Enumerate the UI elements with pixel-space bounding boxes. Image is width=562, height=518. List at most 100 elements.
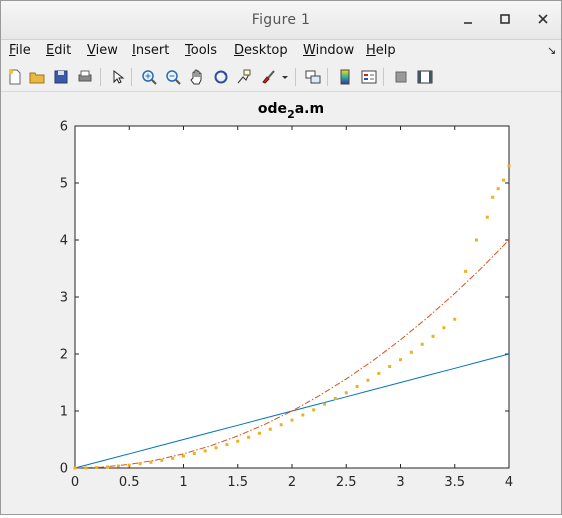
series-3-point xyxy=(312,408,316,412)
y-tick-label: 3 xyxy=(60,291,68,306)
figure-canvas: ode2a.m 0 0.5 1 1.5 2 2.5 3 3.5 4 0 1 2 3 4 5 6 xyxy=(1,92,561,514)
legend-icon[interactable] xyxy=(359,67,379,87)
series-3-point xyxy=(203,449,207,453)
toolbar-separator xyxy=(100,68,101,86)
series-3-point xyxy=(323,402,327,406)
series-3-point xyxy=(301,413,305,417)
series-3-point xyxy=(138,462,142,466)
x-tick-label: 0 xyxy=(71,475,79,490)
series-3-point xyxy=(149,460,153,464)
menu-view[interactable]: View xyxy=(87,43,118,58)
series-3-point xyxy=(502,178,506,182)
chart-title: ode2a.m xyxy=(258,101,324,121)
show-plot-tools-icon[interactable] xyxy=(415,67,435,87)
series-3-point xyxy=(95,466,99,470)
menu-file[interactable]: File xyxy=(9,43,31,58)
series-3-point xyxy=(247,435,251,439)
minimize-icon[interactable] xyxy=(459,10,477,28)
hide-plot-tools-icon[interactable] xyxy=(391,67,411,87)
y-tick-label: 6 xyxy=(60,120,68,135)
menu-tools[interactable]: Tools xyxy=(185,43,217,58)
series-3-point xyxy=(388,365,392,369)
x-tick-label: 4 xyxy=(505,475,513,490)
x-tick-label: 3.5 xyxy=(444,475,465,490)
series-3-point xyxy=(333,396,337,400)
series-3-point xyxy=(192,451,196,455)
new-figure-icon[interactable] xyxy=(5,67,25,87)
series-3-point xyxy=(464,269,468,273)
series-3-point xyxy=(420,342,424,346)
series-3-point xyxy=(236,439,240,443)
title-bar: Figure 1 xyxy=(1,1,561,40)
series-3-point xyxy=(474,238,478,242)
menu-desktop[interactable]: Desktop xyxy=(234,43,288,58)
figure-toolbar xyxy=(1,63,561,92)
series-3-point xyxy=(257,431,261,435)
maximize-icon[interactable] xyxy=(496,10,514,28)
y-tick-label: 1 xyxy=(60,405,68,420)
toolbar-separator xyxy=(327,68,328,86)
menu-insert[interactable]: Insert xyxy=(132,43,169,58)
series-3-point xyxy=(355,384,359,388)
series-3-point xyxy=(73,466,77,470)
dock-arrow-icon[interactable]: ↘ xyxy=(547,44,556,57)
x-tick-label: 2.5 xyxy=(336,475,357,490)
series-3-point xyxy=(344,391,348,395)
zoom-out-icon[interactable] xyxy=(163,67,183,87)
series-3-point xyxy=(127,463,131,467)
series-3-point xyxy=(485,215,489,219)
figure-window: Figure 1 File Edit View Insert Tools Des… xyxy=(0,0,562,515)
toolbar-separator xyxy=(131,68,132,86)
menu-help[interactable]: Help xyxy=(366,43,396,58)
series-3-point xyxy=(453,317,457,321)
toolbar-separator xyxy=(295,68,296,86)
series-3-point xyxy=(279,423,283,427)
close-icon[interactable] xyxy=(534,10,552,28)
series-3-point xyxy=(225,443,229,447)
series-3-point xyxy=(431,334,435,338)
series-3-point xyxy=(214,446,218,450)
series-3-point xyxy=(442,326,446,330)
pan-hand-icon[interactable] xyxy=(187,67,207,87)
series-3-point xyxy=(84,466,88,470)
print-icon[interactable] xyxy=(75,67,95,87)
y-tick-label: 0 xyxy=(60,462,68,477)
brush-icon[interactable] xyxy=(258,67,278,87)
colorbar-icon[interactable] xyxy=(335,67,355,87)
x-tick-label: 2 xyxy=(288,475,296,490)
series-3-point xyxy=(491,195,495,199)
series-3-point xyxy=(182,454,185,458)
menu-bar: File Edit View Insert Tools Desktop Wind… xyxy=(1,40,561,62)
series-3-point xyxy=(268,427,272,431)
window-title: Figure 1 xyxy=(251,12,311,28)
series-3-point xyxy=(409,350,413,354)
series-3-point xyxy=(399,358,402,362)
series-3-point xyxy=(116,464,120,468)
menu-edit[interactable]: Edit xyxy=(46,43,71,58)
series-3-point xyxy=(507,164,511,168)
plot-svg: ode2a.m 0 0.5 1 1.5 2 2.5 3 3.5 4 0 1 2 3 4 5 6 xyxy=(60,101,513,490)
open-file-icon[interactable] xyxy=(27,67,47,87)
series-3-point xyxy=(377,371,381,375)
y-tick-label: 2 xyxy=(60,348,68,363)
pointer-icon[interactable] xyxy=(108,67,128,87)
series-3-point xyxy=(290,418,294,422)
series-3-point xyxy=(496,187,500,191)
brush-dropdown-icon[interactable] xyxy=(279,67,291,87)
x-tick-label: 3 xyxy=(396,475,404,490)
data-cursor-icon[interactable] xyxy=(234,67,254,87)
zoom-in-icon[interactable] xyxy=(139,67,159,87)
axes-box[interactable] xyxy=(74,125,510,469)
x-tick-label: 0.5 xyxy=(119,475,140,490)
series-3-point xyxy=(366,378,370,382)
rotate-3d-icon[interactable] xyxy=(211,67,231,87)
series-3-point xyxy=(106,465,110,469)
save-icon[interactable] xyxy=(51,67,71,87)
y-tick-label: 4 xyxy=(60,234,68,249)
toolbar-separator xyxy=(383,68,384,86)
series-3-point xyxy=(171,456,175,460)
x-tick-label: 1 xyxy=(179,475,187,490)
menu-window[interactable]: Window xyxy=(303,43,354,58)
link-plot-icon[interactable] xyxy=(303,67,323,87)
x-tick-label: 1.5 xyxy=(227,475,248,490)
